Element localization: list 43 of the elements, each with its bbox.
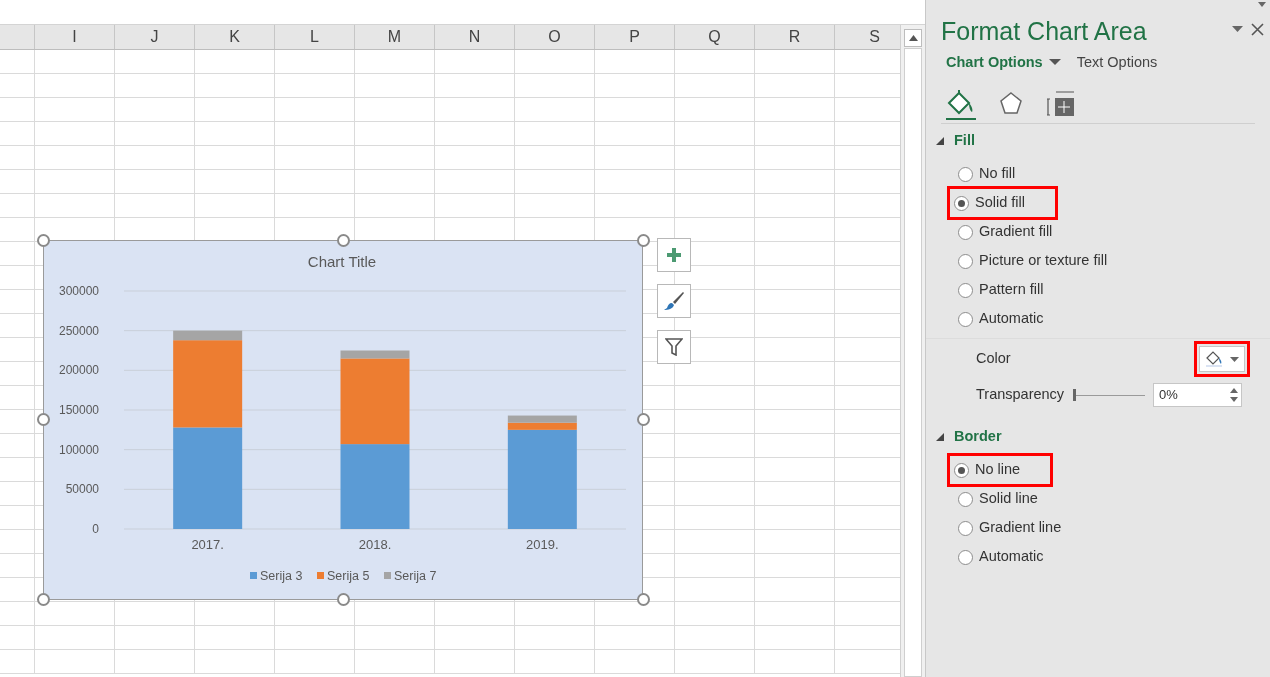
option-label[interactable]: Picture or texture fill	[979, 250, 1108, 273]
legend-label: Serija 3	[260, 569, 303, 583]
option-label[interactable]: No fill	[979, 163, 1016, 186]
column-header[interactable]: R	[755, 25, 835, 49]
axis-label: 2017.	[191, 537, 224, 552]
option-label[interactable]: Pattern fill	[979, 279, 1044, 302]
axis-label: 300000	[58, 284, 99, 298]
chart-title: Chart Title	[307, 253, 377, 270]
column-header[interactable]: O	[515, 25, 595, 49]
axis-label: 250000	[58, 323, 99, 338]
option-label[interactable]: Solid line	[979, 488, 1038, 511]
axis-label: 2019.	[526, 537, 559, 552]
axis-label: 2018.	[358, 537, 392, 552]
option-label[interactable]: Gradient line	[979, 517, 1062, 540]
option-label[interactable]: Solid fill	[975, 192, 1025, 215]
color-label: Color	[976, 349, 1012, 369]
section-title[interactable]: Fill	[954, 129, 975, 152]
column-header[interactable]: J	[115, 25, 195, 49]
column-header[interactable]: I	[35, 25, 115, 49]
option-label[interactable]: Automatic	[979, 308, 1044, 331]
legend-label: Serija 7	[394, 569, 437, 583]
column-header[interactable]: P	[595, 25, 675, 49]
options-tab[interactable]: Text Options	[1076, 52, 1158, 74]
legend-label: Serija 5	[327, 569, 370, 583]
section-title[interactable]: Border	[954, 425, 1002, 448]
axis-label: 50000	[65, 482, 99, 497]
options-tab[interactable]: Chart Options	[946, 52, 1043, 74]
axis-label: 150000	[58, 403, 99, 417]
option-label[interactable]: No line	[975, 459, 1021, 482]
chart-area[interactable]: Chart Title 0 50000 100000 150000 200000 250000 300000 2017. 2018. 2019. Serija 3 Serija 5 Serija 7	[43, 240, 643, 600]
column-header[interactable]: M	[355, 25, 435, 49]
column-header[interactable]: N	[435, 25, 515, 49]
column-header[interactable]: K	[195, 25, 275, 49]
axis-label: 0	[92, 522, 99, 536]
axis-label: 200000	[58, 363, 99, 378]
column-header[interactable]: Q	[675, 25, 755, 49]
transparency-label: Transparency	[976, 384, 1066, 404]
option-label[interactable]: Gradient fill	[979, 221, 1053, 244]
transparency-field[interactable]: 0%	[1153, 382, 1242, 407]
option-label[interactable]: Automatic	[979, 546, 1044, 569]
column-header[interactable]: L	[275, 25, 355, 49]
axis-label: 100000	[58, 442, 99, 457]
pane-title: Format Chart Area	[941, 16, 1148, 46]
